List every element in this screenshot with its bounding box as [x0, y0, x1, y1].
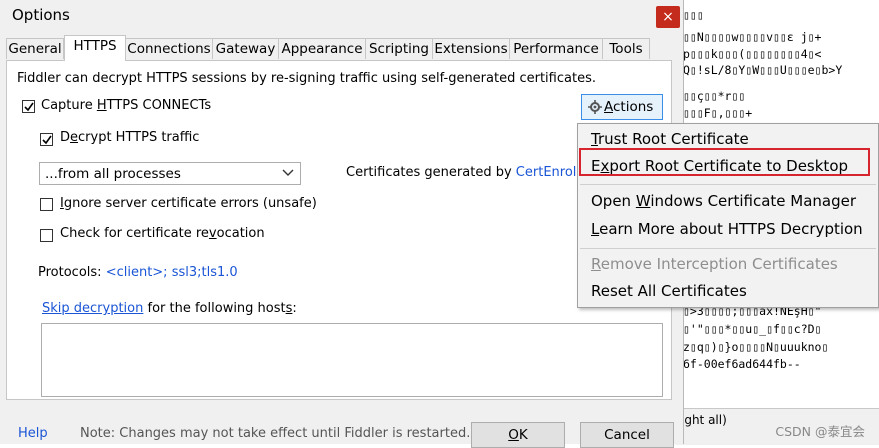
accelerator-key: H — [96, 98, 107, 113]
ignore-errors-checkbox[interactable] — [40, 198, 53, 211]
protocols-label: Protocols: — [38, 265, 106, 280]
dialog-title: Options — [12, 6, 70, 24]
tab-connections[interactable]: Connections — [125, 38, 213, 59]
background-text-line: z▯q▯)▯}o▯▯▯▯N▯uuukno▯ — [683, 340, 829, 354]
label-part: Capture — [41, 98, 97, 113]
ok-button[interactable]: OK — [471, 422, 565, 448]
background-text-line: ▯▯N▯▯▯▯w▯▯▯▯v▯▯ε j▯+ — [683, 30, 822, 44]
tab-general[interactable]: General — [6, 38, 64, 59]
label-part: : — [292, 301, 297, 316]
accelerator-key: T — [591, 130, 598, 148]
label-part: Open — [591, 192, 636, 210]
menu-separator — [580, 248, 876, 249]
accelerator-key: A — [604, 99, 613, 115]
background-text-line: p▯▯▯k▯▯▯(▯▯▯▯▯▯▯▯4▯< — [683, 47, 822, 61]
ignore-errors-label[interactable]: Ignore server certificate errors (unsafe… — [60, 196, 317, 211]
background-text-line: ▯▯▯F▯,▯▯▯+ — [683, 106, 753, 120]
close-icon: × — [662, 9, 674, 25]
skip-hosts-textarea[interactable] — [41, 323, 663, 397]
intro-text: Fiddler can decrypt HTTPS sessions by re… — [17, 71, 596, 86]
menu-item-open-cert-manager[interactable]: Open Windows Certificate Manager — [591, 192, 856, 210]
process-filter-select[interactable]: ...from all processes — [39, 162, 301, 185]
label-part: ctions — [613, 99, 654, 115]
background-text-line: 6f-00ef6ad644fb-- — [683, 357, 801, 371]
background-text-line: ▯▯▯ — [683, 8, 704, 22]
close-button[interactable]: × — [656, 6, 680, 28]
tab-gateway[interactable]: Gateway — [212, 38, 279, 59]
label-part: Reset All Certificates — [591, 282, 747, 300]
chevron-down-icon — [282, 169, 294, 176]
label-part: crypt HTTPS traffic — [78, 130, 200, 145]
background-status-hint: ight all) — [681, 413, 727, 427]
label-part: TTPS CONNECTs — [106, 98, 212, 113]
menu-separator — [580, 184, 876, 185]
label-part: Check for certificate re — [60, 226, 209, 241]
actions-button[interactable]: Actions — [581, 94, 663, 120]
tab-tools[interactable]: Tools — [602, 38, 650, 59]
background-status-bar: ight all) CSDN @泰宜会 — [675, 408, 879, 445]
certificates-generator: Certificates generated by CertEnroll e — [346, 165, 592, 180]
cancel-button[interactable]: Cancel — [580, 422, 674, 448]
accelerator-key: e — [70, 130, 79, 145]
label-part: emove Interception Certificates — [600, 255, 838, 273]
label-part: earn More about HTTPS Decryption — [599, 220, 863, 238]
restart-note: Note: Changes may not take effect until … — [80, 426, 471, 441]
background-text-line: Q▯!sL/8▯Y▯W▯▯▯U▯▯▯e▯b>Y — [683, 63, 843, 77]
highlight-annotation-box — [579, 148, 870, 176]
menu-item-trust-root[interactable]: Trust Root Certificate — [591, 130, 749, 148]
accelerator-key: R — [591, 255, 601, 273]
menu-item-learn-more[interactable]: Learn More about HTTPS Decryption — [591, 220, 863, 238]
decrypt-https-checkbox[interactable] — [40, 133, 53, 146]
capture-https-checkbox[interactable] — [22, 100, 35, 113]
certificates-label: Certificates generated by — [346, 165, 516, 180]
label-part: ocation — [216, 226, 265, 241]
accelerator-key: W — [635, 192, 651, 210]
help-link[interactable]: Help — [18, 426, 48, 441]
https-tab-panel: Fiddler can decrypt HTTPS sessions by re… — [6, 60, 672, 400]
tab-extensions[interactable]: Extensions — [432, 38, 510, 59]
tab-performance[interactable]: Performance — [509, 38, 603, 59]
check-revocation-checkbox[interactable] — [40, 229, 53, 242]
skip-decryption-link[interactable]: Skip decryption — [42, 301, 143, 316]
process-filter-value: ...from all processes — [45, 166, 181, 182]
label-part: gnore server certificate errors (unsafe) — [63, 196, 317, 211]
protocols-link[interactable]: <client>; ssl3;tls1.0 — [106, 265, 238, 280]
checkmark-icon — [42, 135, 52, 145]
accelerator-key: L — [591, 220, 600, 238]
check-revocation-label[interactable]: Check for certificate revocation — [60, 226, 265, 241]
accelerator-key: O — [508, 427, 519, 443]
label-part: K — [518, 427, 528, 443]
tab-https[interactable]: HTTPS — [64, 35, 126, 61]
background-text-line: ▯'"▯▯▯*▯▯u▯_▯f▯▯c?D▯ — [683, 322, 822, 336]
gear-icon — [588, 100, 602, 114]
skip-decryption-row: Skip decryption for the following hosts: — [42, 301, 297, 316]
actions-label: Actions — [604, 99, 653, 115]
menu-item-reset-certs[interactable]: Reset All Certificates — [591, 282, 747, 300]
decrypt-https-label[interactable]: Decrypt HTTPS traffic — [60, 130, 199, 145]
background-text-line: ▯▯ç▯▯*r▯▯ — [683, 89, 746, 103]
label-part: rust Root Certificate — [597, 130, 749, 148]
protocols-row: Protocols: <client>; ssl3;tls1.0 — [38, 265, 238, 280]
tab-scripting[interactable]: Scripting — [365, 38, 433, 59]
capture-https-label[interactable]: Capture HTTPS CONNECTs — [41, 98, 211, 113]
accelerator-key: v — [208, 226, 217, 241]
tab-appearance[interactable]: Appearance — [278, 38, 366, 59]
dialog-footer: Help Note: Changes may not take effect u… — [0, 418, 683, 448]
checkmark-icon — [24, 102, 34, 112]
label-part: for the following host — [143, 301, 286, 316]
watermark: CSDN @泰宜会 — [775, 424, 865, 439]
label-part: D — [60, 130, 71, 145]
menu-item-remove-certs: Remove Interception Certificates — [591, 255, 838, 273]
label-part: indows Certificate Manager — [650, 192, 857, 210]
